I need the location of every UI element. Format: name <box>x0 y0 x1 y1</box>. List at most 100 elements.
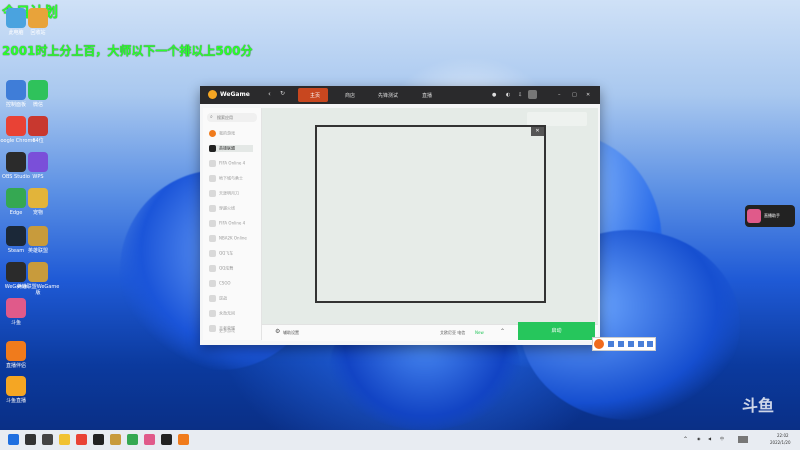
sidebar-item[interactable]: CSGO <box>209 280 231 287</box>
ime-indicator-icon[interactable]: 中 <box>720 436 724 442</box>
network-icon[interactable]: ◉ <box>697 436 701 441</box>
clock-time[interactable]: 22:02 <box>777 433 789 438</box>
game-icon <box>209 160 216 167</box>
sidebar-item-label: CSGO <box>219 280 231 286</box>
close-icon[interactable]: ✕ <box>586 92 590 98</box>
desktop-icon-label: WPS <box>32 174 44 180</box>
desktop-icon[interactable]: 微信 <box>16 80 60 108</box>
ime-tool-icon[interactable] <box>647 341 653 347</box>
game-icon <box>209 145 216 152</box>
search-icon[interactable] <box>25 434 36 445</box>
lol-wegame-icon <box>28 262 48 282</box>
minimize-icon[interactable]: – <box>558 92 561 98</box>
ime-toolbar[interactable] <box>592 337 656 351</box>
sidebar-item[interactable]: NBA2K Online <box>209 235 247 242</box>
chevron-up-icon[interactable]: ⌃ <box>500 328 505 335</box>
desktop-icon[interactable]: 直播伴侣 <box>0 341 38 369</box>
sidebar-item[interactable]: QQ飞车 <box>209 250 233 257</box>
desktop-icon[interactable]: 斗鱼 <box>0 298 38 326</box>
desktop-icon[interactable]: 斗鱼直播 <box>0 376 38 404</box>
sidebar-search[interactable]: ⌕ 搜索应用 <box>207 113 257 122</box>
sidebar-item[interactable]: 永劫无间 <box>209 310 235 317</box>
sidebar-item[interactable]: 天涯明月刀 <box>209 190 239 197</box>
sidebar-footer[interactable]: 更多游戏 <box>219 328 235 334</box>
obs-icon[interactable] <box>161 434 172 445</box>
new-badge: New <box>475 330 484 335</box>
message-icon[interactable]: ◐ <box>506 92 510 98</box>
chrome-icon[interactable] <box>76 434 87 445</box>
refresh-icon[interactable]: ↻ <box>280 90 285 97</box>
lol-icon[interactable] <box>110 434 121 445</box>
start-icon[interactable] <box>8 434 19 445</box>
desktop-icon[interactable]: 64位 <box>16 116 60 144</box>
sidebar-item-label: FIFA Online 4 <box>219 220 246 226</box>
game-icon <box>209 190 216 197</box>
game-icon <box>209 295 216 302</box>
douyu-icon[interactable] <box>144 434 155 445</box>
sidebar-item[interactable]: 穿越火线 <box>209 205 235 212</box>
start-game-button[interactable]: 启动 <box>518 322 595 340</box>
task-view-icon[interactable] <box>42 434 53 445</box>
tab-vanguard-test[interactable]: 先锋测试 <box>378 92 398 99</box>
sidebar-item[interactable]: FIFA Online 4 <box>209 160 245 167</box>
wegame-window[interactable]: WeGame ‹ ↻ 主页 商店 先锋测试 直播 ● ◐ ⇩ – □ ✕ ⌕ 搜… <box>200 86 600 345</box>
avatar[interactable] <box>528 90 537 99</box>
live-assistant-icon[interactable] <box>178 434 189 445</box>
desktop-icon-label: 宠物 <box>32 210 43 216</box>
sidebar-item-label: 穿越火线 <box>219 205 235 211</box>
wegame-sidebar: ⌕ 搜索应用 我的游戏英雄联盟 FIFA Online 4 地下城与勇士 天涯明月刀穿… <box>203 108 262 340</box>
sogou-icon[interactable] <box>594 339 604 349</box>
settings-icon[interactable]: ⚙ <box>275 328 280 335</box>
douyu-icon <box>6 298 26 318</box>
desktop-icon[interactable]: 英雄联盟WeGame版 <box>16 262 60 296</box>
tray-app-icon[interactable] <box>738 436 748 443</box>
ime-tool-icon[interactable] <box>638 341 644 347</box>
sidebar-item-label: FIFA Online 4 <box>219 160 246 166</box>
tab-live[interactable]: 直播 <box>422 92 432 99</box>
desktop-icon[interactable]: 回收站 <box>16 8 60 36</box>
sidebar-item[interactable]: QQ炫舞 <box>209 265 233 272</box>
game-icon <box>209 265 216 272</box>
server-selector[interactable]: 艾欧尼亚 电信 <box>440 330 465 336</box>
floating-stream-widget[interactable]: 直播助手 <box>745 205 795 227</box>
tab-store[interactable]: 商店 <box>345 92 355 99</box>
game-icon <box>209 205 216 212</box>
sidebar-item[interactable]: 地下城与勇士 <box>209 175 243 182</box>
wechat-icon <box>28 80 48 100</box>
desktop-icon-label: 回收站 <box>30 30 46 36</box>
sidebar-item[interactable]: 逆战 <box>209 295 227 302</box>
volume-icon[interactable]: ◀ <box>708 436 711 441</box>
loading-dialog: ✕ <box>315 125 546 303</box>
desktop-icon[interactable]: 英雄联盟 <box>16 226 60 254</box>
sidebar-item[interactable]: 我的游戏 <box>209 130 235 137</box>
back-icon[interactable]: ‹ <box>268 90 271 98</box>
desktop-icon[interactable]: WPS <box>16 152 60 180</box>
wegame-main-area: ✕ <box>262 108 598 324</box>
wegame-logo: WeGame <box>220 91 250 98</box>
widget-label: 直播助手 <box>764 213 780 218</box>
notification-icon[interactable]: ● <box>492 92 496 98</box>
download-icon[interactable]: ⇩ <box>518 92 522 98</box>
maximize-icon[interactable]: □ <box>572 92 577 98</box>
dialog-close-button[interactable]: ✕ <box>531 127 544 136</box>
sidebar-item[interactable]: 英雄联盟 <box>209 145 253 152</box>
assist-settings-button[interactable]: 辅助设置 <box>283 330 299 336</box>
ime-tool-icon[interactable] <box>618 341 624 347</box>
tab-home-label: 主页 <box>310 93 321 99</box>
game-icon <box>209 250 216 257</box>
ime-tool-icon[interactable] <box>608 341 614 347</box>
file-explorer-icon[interactable] <box>59 434 70 445</box>
sidebar-item[interactable]: FIFA Online 4 <box>209 220 245 227</box>
wegame-logo-icon <box>208 90 217 99</box>
main-banner-placeholder <box>527 112 587 126</box>
clock-date[interactable]: 2022/1/20 <box>770 440 791 445</box>
ime-tool-icon[interactable] <box>628 341 634 347</box>
desktop-icon[interactable]: 宠物 <box>16 188 60 216</box>
sidebar-item-label: 天涯明月刀 <box>219 190 239 196</box>
wegame-titlebar[interactable]: WeGame ‹ ↻ 主页 商店 先锋测试 直播 ● ◐ ⇩ – □ ✕ <box>200 86 600 104</box>
desktop-icon-label: 英雄联盟 <box>27 248 48 254</box>
desktop-icon-label: 斗鱼 <box>10 320 21 326</box>
chevron-up-icon[interactable]: ⌃ <box>683 436 688 443</box>
wegame-icon[interactable] <box>93 434 104 445</box>
edge-icon[interactable] <box>127 434 138 445</box>
